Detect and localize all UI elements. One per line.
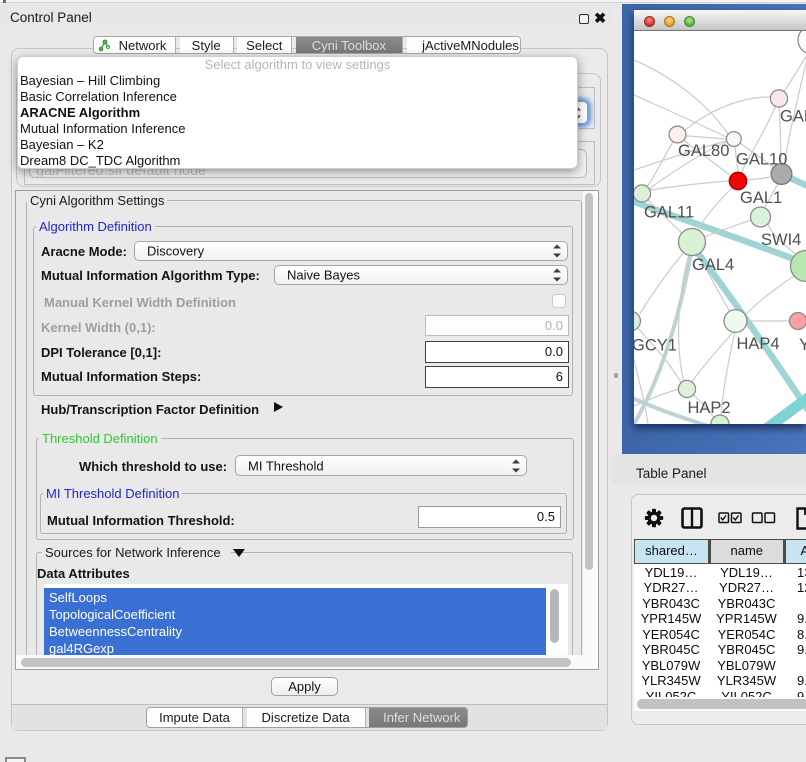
svg-text:GAL4: GAL4: [692, 256, 734, 274]
svg-text:Y: Y: [799, 336, 806, 354]
svg-text:GCY1: GCY1: [634, 337, 677, 355]
svg-text:HAP4: HAP4: [737, 335, 780, 353]
svg-text:GAL7: GAL7: [780, 108, 806, 126]
svg-text:HAP2: HAP2: [688, 399, 731, 417]
svg-text:GAL80: GAL80: [678, 142, 729, 160]
svg-text:GAL11: GAL11: [644, 204, 694, 222]
svg-text:GAL1: GAL1: [740, 189, 782, 207]
svg-text:GAL10: GAL10: [736, 151, 787, 169]
svg-text:SWI4: SWI4: [761, 231, 801, 249]
